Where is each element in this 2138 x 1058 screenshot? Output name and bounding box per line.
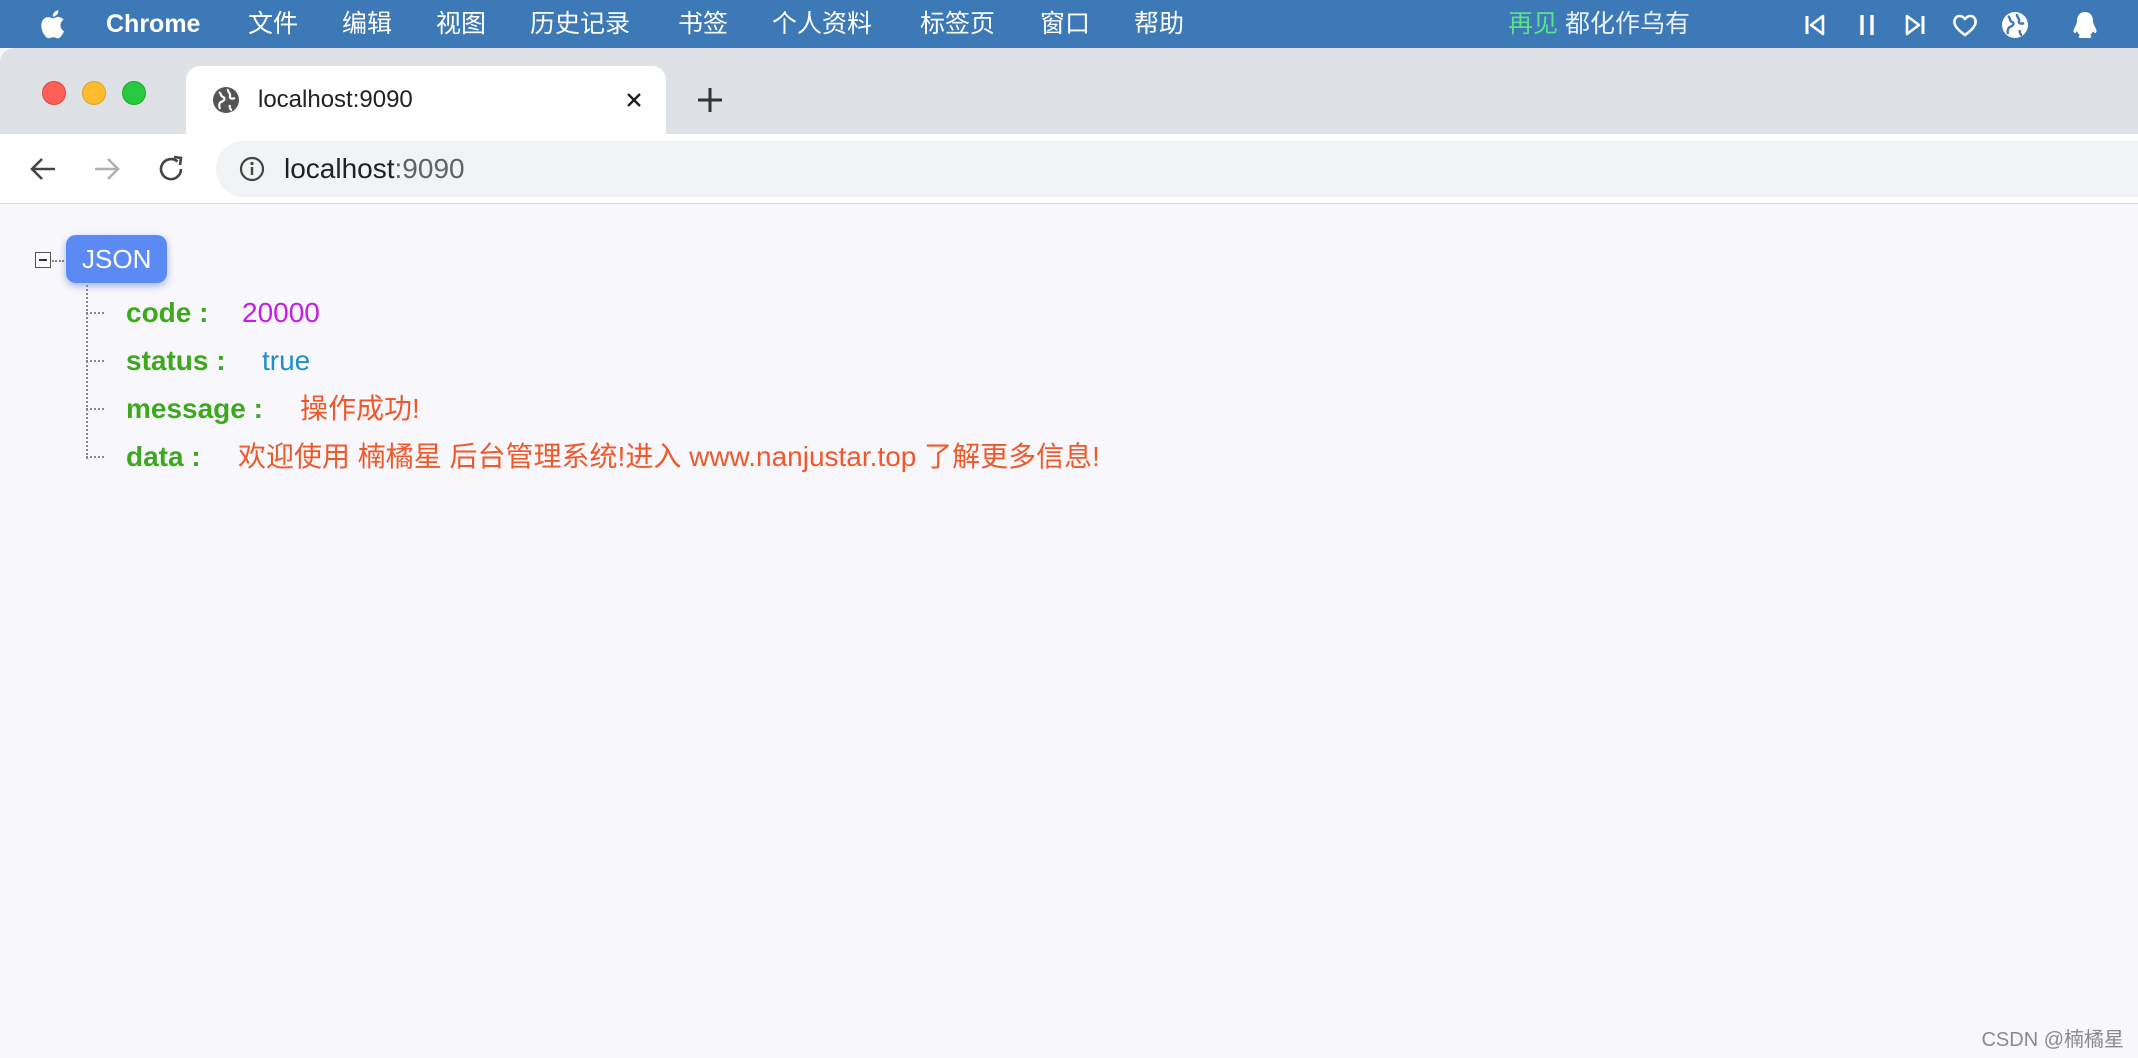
globe-icon[interactable] [2000,10,2030,40]
json-viewer: JSON code : 20000 status : true message … [0,205,2138,1058]
json-key: status : [126,345,226,376]
reload-icon[interactable] [154,152,188,186]
fullscreen-window-button[interactable] [122,81,146,105]
collapse-toggle[interactable] [35,252,51,268]
next-track-icon[interactable] [1900,10,1930,40]
previous-track-icon[interactable] [1800,10,1830,40]
menu-history[interactable]: 历史记录 [530,0,630,48]
browser-window: localhost:9090 localhost:9090 JSON code … [0,48,2138,1058]
watermark: CSDN @楠橘星 [1981,1029,2124,1051]
menu-bookmarks[interactable]: 书签 [678,0,728,48]
json-root-badge[interactable]: JSON [66,235,168,283]
url-text[interactable]: localhost:9090 [284,141,465,197]
menu-app-name[interactable]: Chrome [106,0,200,48]
forward-icon[interactable] [90,152,124,186]
close-window-button[interactable] [42,81,66,105]
info-icon[interactable] [238,155,266,183]
pause-icon[interactable] [1852,10,1882,40]
address-bar[interactable]: localhost:9090 [216,141,2138,197]
menu-view[interactable]: 视图 [436,0,486,48]
tab-strip: localhost:9090 [0,48,2138,134]
globe-icon [213,87,239,113]
minimize-window-button[interactable] [82,81,106,105]
menu-help[interactable]: 帮助 [1134,0,1184,48]
new-tab-icon[interactable] [694,84,726,116]
json-value-boolean: true [262,345,311,376]
json-value-string: 欢迎使用 楠橘星 后台管理系统!进入 www.nanjustar.top 了解更… [238,441,1100,472]
tab-localhost[interactable]: localhost:9090 [186,66,666,134]
tab-title: localhost:9090 [258,86,413,113]
now-playing-song: 再见 [1508,10,1559,38]
json-key: code : [126,297,209,328]
now-playing-artist: 都化作乌有 [1564,10,1690,38]
tree-branch [86,456,104,458]
menu-edit[interactable]: 编辑 [342,0,392,48]
tree-branch [86,312,104,314]
json-key: message : [126,393,263,424]
back-icon[interactable] [26,152,60,186]
close-icon[interactable] [620,86,648,114]
tree-connector [52,260,64,262]
menu-tab[interactable]: 标签页 [920,0,995,48]
url-port: :9090 [394,153,465,184]
menu-file[interactable]: 文件 [248,0,298,48]
tree-branch [86,360,104,362]
json-key: data : [126,441,201,472]
apple-icon[interactable] [38,8,68,40]
menu-bar: Chrome 文件 编辑 视图 历史记录 书签 个人资料 标签页 窗口 帮助 再… [0,0,2138,48]
browser-toolbar: localhost:9090 [0,134,2138,204]
now-playing[interactable]: 再见 都化作乌有 [1508,0,1690,48]
json-value-number: 20000 [242,297,320,328]
menu-window[interactable]: 窗口 [1040,0,1090,48]
tree-branch [86,408,104,410]
url-host: localhost [284,153,395,184]
menu-profiles[interactable]: 个人资料 [772,0,872,48]
heart-icon[interactable] [1950,10,1980,40]
qq-penguin-icon[interactable] [2070,10,2100,40]
json-value-string: 操作成功! [300,393,420,424]
